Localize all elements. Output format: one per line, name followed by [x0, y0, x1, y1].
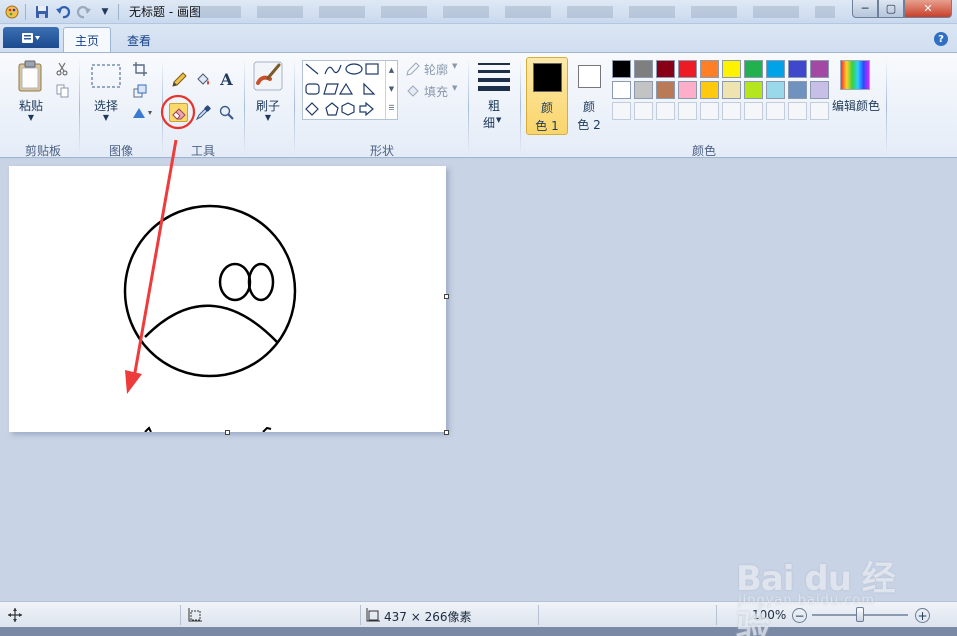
zoom-out-button[interactable]: − — [792, 608, 807, 623]
canvas-size-icon — [365, 607, 381, 623]
annotation-overlay — [125, 94, 196, 394]
canvas-dimensions: 437 × 266像素 — [384, 610, 472, 624]
selection-size-icon — [187, 607, 203, 623]
eraser-highlight-circle — [160, 94, 196, 130]
status-bar: 437 × 266像素 100% − + — [0, 601, 957, 627]
zoom-slider-thumb[interactable] — [856, 607, 864, 622]
zoom-in-button[interactable]: + — [915, 608, 930, 623]
annotation-arrow-shaft — [132, 139, 178, 379]
cursor-position-icon — [7, 607, 23, 623]
taskbar-edge — [0, 627, 957, 636]
zoom-level: 100% — [752, 608, 787, 622]
annotation-arrow-head — [125, 370, 142, 394]
